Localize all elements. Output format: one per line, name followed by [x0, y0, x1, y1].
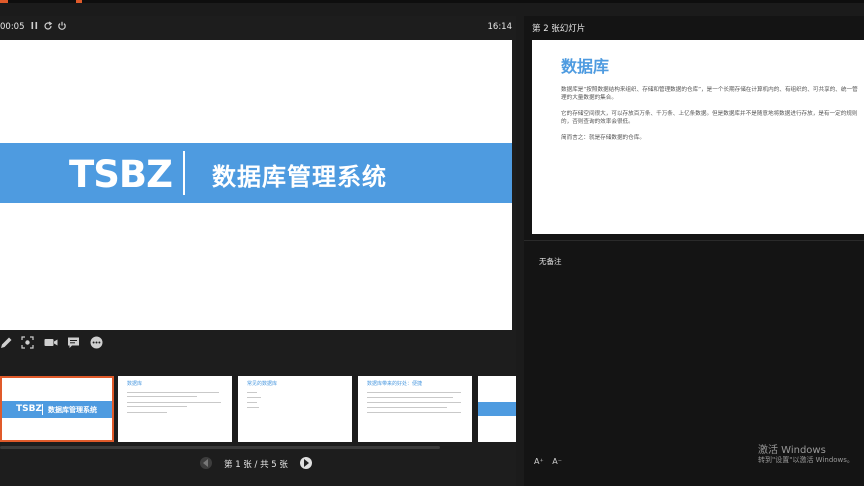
pen-icon[interactable] [0, 334, 14, 348]
font-size-controls: A⁺ A⁻ [534, 457, 568, 466]
thumbnail-slide-4[interactable]: 数据库带来的好处：便捷 [358, 376, 472, 442]
elapsed-timer: 00:05 [0, 22, 25, 32]
next-slide-panel: 第 2 张幻灯片 数据库 数据库是“按照数据结构来组织、存储和管理数据的仓库”，… [524, 16, 864, 486]
system-name: 数据库管理系统 [212, 163, 387, 191]
next-slide-label: 第 2 张幻灯片 [532, 24, 586, 34]
clock: 16:14 [487, 22, 513, 32]
thumbnail-banner: TSBZ 数据库管理系统 [2, 401, 112, 418]
next-slide-title: 数据库 [561, 57, 610, 76]
subtitle-icon[interactable] [67, 334, 81, 348]
brand-text: TSBZ [69, 153, 173, 196]
thumbnail-strip: TSBZ 数据库管理系统 数据库 常见的数据库 数据库带来的好处：便捷 [0, 376, 516, 444]
more-icon[interactable] [90, 334, 104, 349]
timer-bar: 00:05 16:14 [0, 16, 516, 40]
title-divider [183, 151, 185, 195]
camera-icon[interactable] [44, 334, 58, 348]
thumbnail-title: 常见的数据库 [247, 381, 278, 387]
speaker-notes: 无备注 [539, 257, 562, 266]
thumbnail-title: 数据库带来的好处：便捷 [367, 381, 423, 387]
thumbnail-slide-2[interactable]: 数据库 [118, 376, 232, 442]
thumbnail-slide-5[interactable] [478, 376, 516, 442]
thumbnail-slide-1[interactable]: TSBZ 数据库管理系统 [0, 376, 114, 442]
current-slide: TSBZ 数据库管理系统 [0, 40, 512, 330]
next-slide-preview: 数据库 数据库是“按照数据结构来组织、存储和管理数据的仓库”，是一个长期存储在计… [532, 40, 864, 234]
pause-icon[interactable] [30, 21, 39, 33]
presenter-view: 00:05 16:14 TSBZ 数据库管理系统 TSBZ 数据库管理系统 数据… [0, 0, 864, 486]
next-slide-paragraph-1: 数据库是“按照数据结构来组织、存储和管理数据的仓库”，是一个长期存储在计算机内的… [561, 87, 858, 101]
power-icon[interactable] [57, 21, 67, 34]
activation-watermark-hint: 转到"设置"以激活 Windows。 [758, 456, 854, 464]
thumbnail-brand: TSBZ [16, 404, 43, 414]
title-banner: TSBZ 数据库管理系统 [0, 143, 512, 203]
font-decrease-button[interactable]: A⁻ [552, 457, 562, 466]
activation-watermark-title: 激活 Windows [758, 445, 826, 456]
thumbnail-slide-3[interactable]: 常见的数据库 [238, 376, 352, 442]
thumbnail-title: 数据库 [127, 381, 143, 387]
top-strip [0, 0, 864, 3]
thumbnail-scrollbar[interactable] [0, 446, 440, 449]
next-slide-button[interactable] [300, 457, 312, 469]
zoom-icon[interactable] [21, 334, 35, 349]
page-indicator: 第 1 张 / 共 5 张 [224, 460, 288, 470]
next-slide-paragraph-2: 它的存储空间很大，可以存放百万条、千万条、上亿条数据。但是数据库并不是随意地将数… [561, 111, 858, 125]
thumbnail-banner [478, 402, 516, 416]
slide-pager: 第 1 张 / 共 5 张 [200, 456, 312, 472]
font-increase-button[interactable]: A⁺ [534, 457, 544, 466]
thumbnail-system-name: 数据库管理系统 [48, 406, 97, 414]
next-slide-paragraph-3: 简而言之：就是存储数据的仓库。 [561, 135, 645, 141]
panel-divider [524, 240, 864, 241]
tool-row [0, 334, 516, 354]
restart-icon[interactable] [43, 21, 53, 34]
presenter-main: 00:05 16:14 TSBZ 数据库管理系统 TSBZ 数据库管理系统 数据… [0, 16, 516, 486]
previous-slide-button[interactable] [200, 457, 212, 469]
